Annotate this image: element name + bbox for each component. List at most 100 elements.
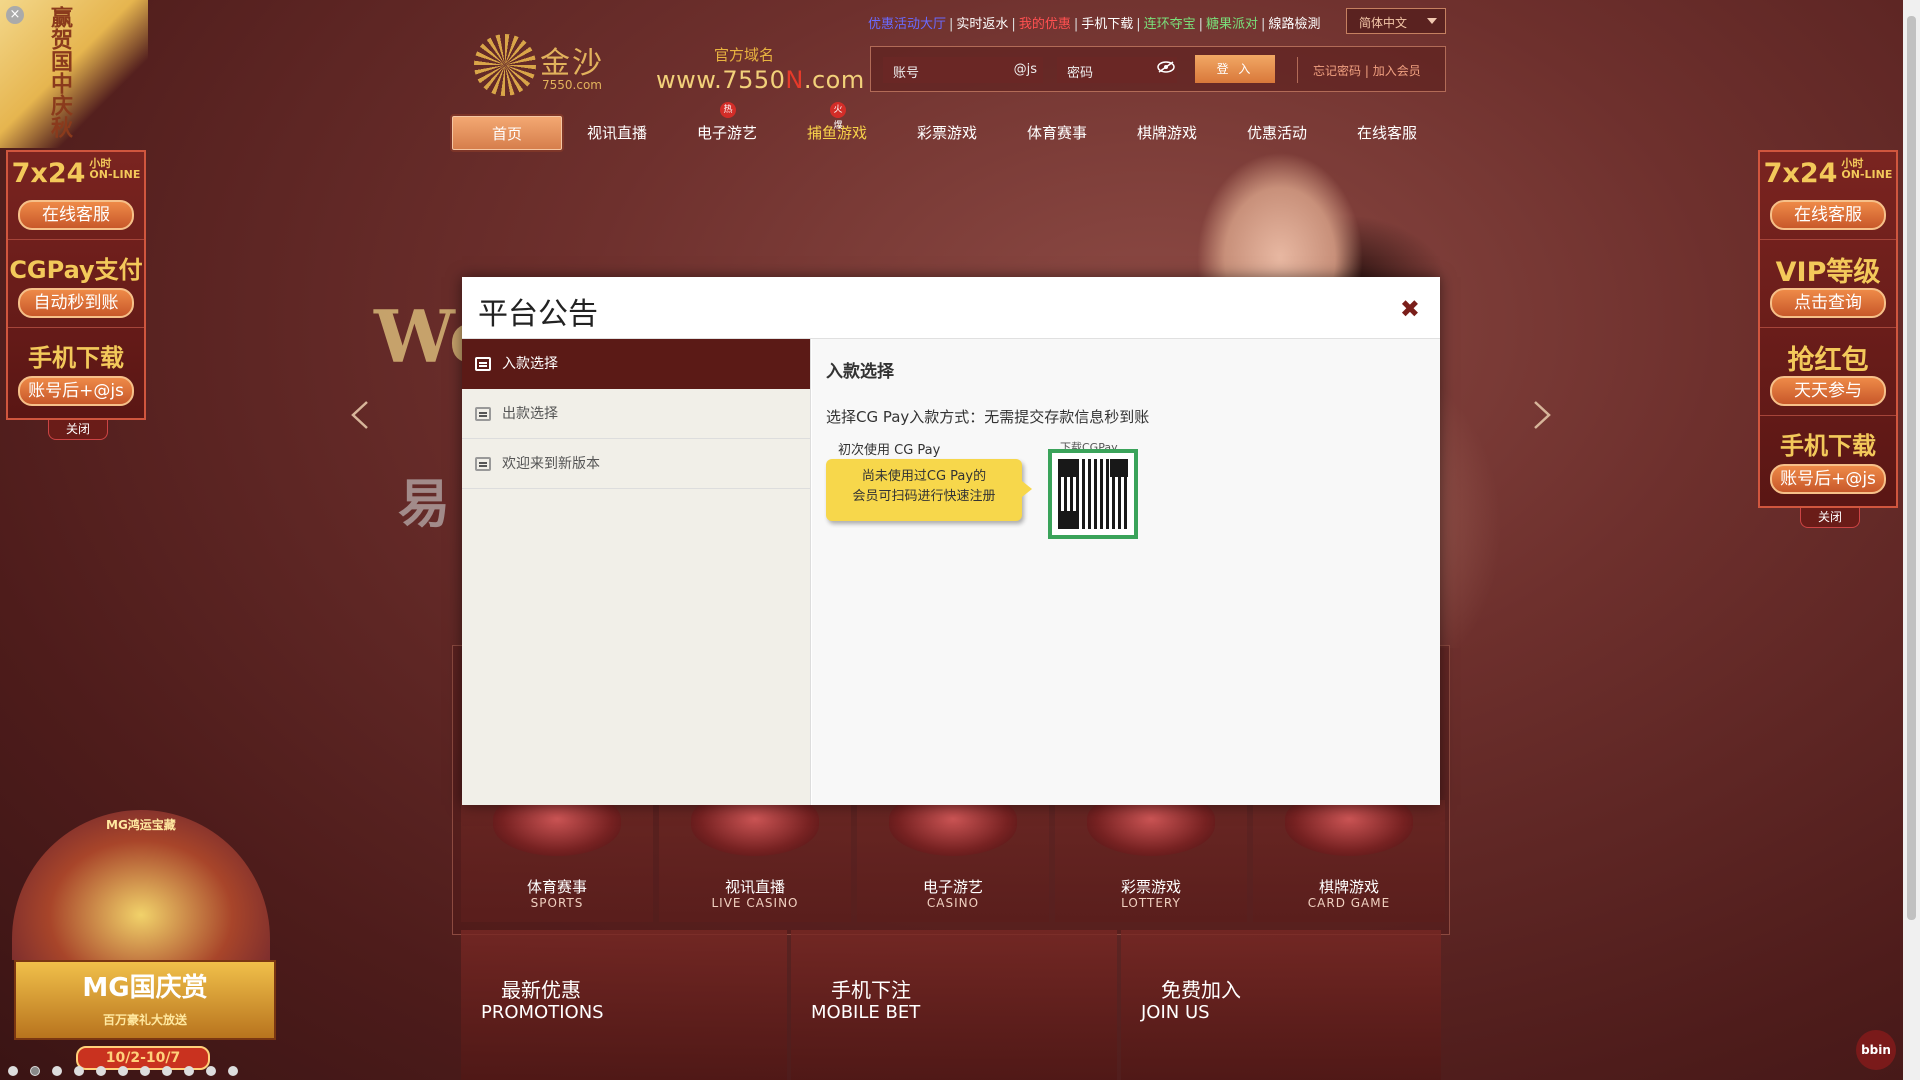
mg-national-day-ad[interactable]: MG鸿运宝藏 MG国庆赏 百万豪礼大放送 10/2-10/7 [6,810,276,1080]
password-placeholder: 密码 [1067,66,1094,81]
cgpay-title: CGPay支付 [9,256,143,284]
corner-ad-text: 赢贺国中庆秋 [47,6,72,138]
language-select[interactable]: 简体中文 [1346,8,1446,34]
promo-tile[interactable]: 手机下注 MOBILE BET [791,930,1117,1080]
link-separator: | [1011,17,1016,32]
top-link[interactable]: 连环夺宝 [1144,17,1196,32]
game-card[interactable]: 彩票游戏 LOTTERY [1055,794,1247,922]
app-download-block[interactable]: 手机下载 账号后+@js [8,328,144,416]
right-side-panel: 7x24 小时 ON-LINE 在线客服 VIP等级 点击查询 抢红包 天天参与 手… [1758,150,1898,528]
cgpay-qr-code[interactable] [1048,449,1138,539]
nav-item[interactable]: 优惠活动 [1222,116,1332,150]
nav-item[interactable]: 首页 [452,116,562,150]
red-packet-block[interactable]: 抢红包 天天参与 [1760,328,1896,416]
vip-button[interactable]: 点击查询 [1770,288,1886,318]
announcement-tab[interactable]: 出款选择 [462,389,810,439]
carousel-dot[interactable] [206,1066,216,1076]
app-download-button[interactable]: 账号后+@js [18,376,134,406]
corner-festival-ad[interactable]: × 赢贺国中庆秋 [0,0,148,148]
cgpay-button[interactable]: 自动秒到账 [18,288,134,318]
carousel-next-icon[interactable] [1532,400,1552,430]
carousel-dot[interactable] [118,1066,128,1076]
mg-ad-top-text: MG鸿运宝藏 [106,818,176,832]
game-card-title: 棋牌游戏 [1318,878,1379,896]
register-tip-bubble: 尚未使用过CG Pay的 会员可扫码进行快速注册 [826,459,1032,521]
nav-item-label: 体育赛事 [1026,124,1087,142]
carousel-dot[interactable] [184,1066,194,1076]
cs-big-text: 7x24 [11,158,86,189]
login-button[interactable]: 登 入 [1195,55,1275,83]
eye-hidden-icon[interactable] [1157,61,1175,73]
carousel-dot[interactable] [8,1066,18,1076]
page-scrollbar[interactable] [1903,0,1920,1080]
announcement-tab[interactable]: 欢迎来到新版本 [462,439,810,489]
mg-ad-banner: MG国庆赏 百万豪礼大放送 [14,960,276,1040]
close-right-panel-button[interactable]: 关闭 [1800,508,1860,528]
content-description: 选择CG Pay入款方式：无需提交存款信息秒到账 [826,408,1150,426]
forgot-password-link[interactable]: 忘记密码 [1313,64,1361,78]
online-service-button[interactable]: 在线客服 [18,200,134,230]
announcement-tab[interactable]: 入款选择 [462,339,810,389]
game-card[interactable]: 视讯直播 LIVE CASINO [659,794,851,922]
carousel-dot[interactable] [162,1066,172,1076]
nav-item[interactable]: 棋牌游戏 [1112,116,1222,150]
url-highlight: N [785,66,804,94]
promo-title: 免费加入 [1161,978,1241,1002]
close-icon[interactable]: ✖ [1400,295,1420,323]
top-link[interactable]: 实时返水 [956,17,1008,32]
top-link[interactable]: 我的优惠 [1019,17,1071,32]
top-links: 优惠活动大厅 | 实时返水 | 我的优惠 | 手机下载 | 连环夺宝 | 糖果派对 | 線路檢測 [868,13,1320,32]
carousel-dot[interactable] [228,1066,238,1076]
game-card-title: 电子游艺 [922,878,983,896]
vip-block[interactable]: VIP等级 点击查询 [1760,240,1896,328]
join-member-link[interactable]: 加入会员 [1373,64,1421,78]
carousel-dot[interactable] [74,1066,84,1076]
scrollbar-thumb[interactable] [1907,16,1916,920]
game-card[interactable]: 棋牌游戏 CARD GAME [1253,794,1445,922]
close-icon[interactable]: × [6,6,24,24]
online-service-button-right[interactable]: 在线客服 [1770,200,1886,230]
promo-tile[interactable]: 最新优惠 PROMOTIONS [461,930,787,1080]
online-service-block-right[interactable]: 7x24 小时 ON-LINE 在线客服 [1760,152,1896,240]
link-separator: | [1198,17,1204,32]
game-card-subtitle: SPORTS [530,896,584,910]
app-download-button-right[interactable]: 账号后+@js [1770,464,1886,494]
site-logo[interactable]: 金沙 7550.com [474,34,614,98]
message-icon [475,357,491,371]
red-packet-button[interactable]: 天天参与 [1770,376,1886,406]
promo-tile[interactable]: 免费加入 JOIN US [1121,930,1441,1080]
app-download-block-right[interactable]: 手机下载 账号后+@js [1760,416,1896,504]
game-card-subtitle: LOTTERY [1121,896,1181,910]
carousel-dots [8,1064,250,1080]
nav-item[interactable]: 视讯直播 [562,116,672,150]
modal-header: 平台公告 ✖ [462,277,1440,339]
carousel-dot[interactable] [140,1066,150,1076]
chevron-down-icon [1427,18,1437,24]
nav-item[interactable]: 在线客服 [1332,116,1442,150]
tip-line-2: 会员可扫码进行快速注册 [852,489,996,504]
carousel-prev-icon[interactable] [350,400,370,430]
promo-title: 最新优惠 [501,978,581,1002]
carousel-dot[interactable] [52,1066,62,1076]
online-service-block[interactable]: 7x24 小时 ON-LINE 在线客服 [8,152,144,240]
carousel-dot[interactable] [30,1066,40,1076]
app-download-title: 手机下载 [28,344,124,372]
nav-item[interactable]: 体育赛事 [1002,116,1112,150]
top-link[interactable]: 線路檢測 [1268,17,1320,32]
official-url[interactable]: www.7550N.com [656,66,865,94]
top-link[interactable]: 优惠活动大厅 [868,17,946,32]
mg-ad-title: MG国庆赏 [82,973,208,1003]
top-link[interactable]: 手机下载 [1081,17,1133,32]
game-card[interactable]: 电子游艺 CASINO [857,794,1049,922]
account-placeholder: 账号 [893,66,920,81]
nav-item[interactable]: 捕鱼游戏火爆 [782,102,892,150]
bbin-badge[interactable]: bbin [1856,1030,1896,1070]
game-card[interactable]: 体育赛事 SPORTS [461,794,653,922]
account-input[interactable]: 账号 @js [883,57,1043,83]
close-left-panel-button[interactable]: 关闭 [48,420,108,440]
carousel-dot[interactable] [96,1066,106,1076]
top-link[interactable]: 糖果派对 [1206,17,1258,32]
nav-item[interactable]: 电子游艺热 [672,102,782,150]
nav-item[interactable]: 彩票游戏 [892,116,1002,150]
cgpay-block[interactable]: CGPay支付 自动秒到账 [8,240,144,328]
